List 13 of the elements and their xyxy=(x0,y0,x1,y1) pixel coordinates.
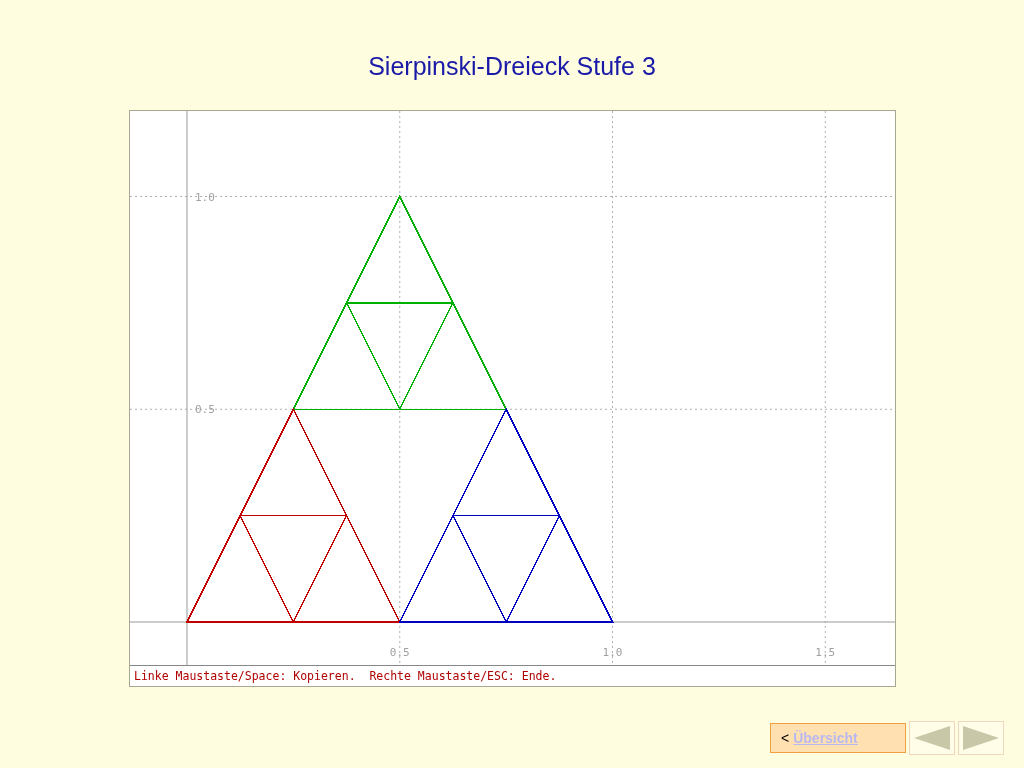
previous-button[interactable] xyxy=(909,721,955,755)
next-button[interactable] xyxy=(958,721,1004,755)
overview-link[interactable]: Übersicht xyxy=(793,730,858,746)
axis-tick-label: 0.5 xyxy=(195,403,215,417)
axis-tick-label: 1.0 xyxy=(602,646,623,659)
left-triangle-icon xyxy=(914,726,950,750)
back-symbol: < xyxy=(781,730,790,746)
slide-title: Sierpinski-Dreieck Stufe 3 xyxy=(368,51,656,82)
right-triangle-icon xyxy=(963,726,999,750)
status-bar-text: Linke Maustaste/Space: Kopieren. Rechte Maustaste/ESC: Ende. xyxy=(130,665,895,686)
axis-tick-label: 1.0 xyxy=(195,190,215,204)
axis-tick-label: 0.5 xyxy=(389,646,410,659)
axis-tick-label: 1.5 xyxy=(815,646,836,659)
